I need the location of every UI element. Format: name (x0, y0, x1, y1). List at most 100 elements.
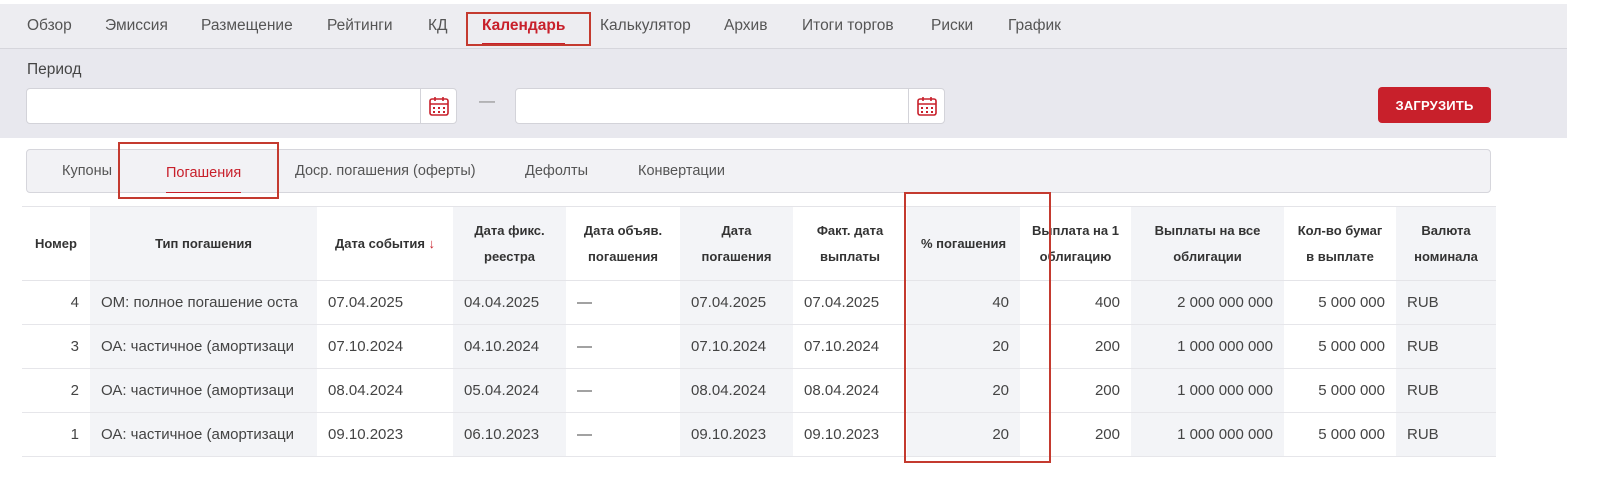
table-header-row: Номер Тип погашения Дата события ↓ Дата … (22, 206, 1496, 281)
redemptions-table: Номер Тип погашения Дата события ↓ Дата … (22, 206, 1496, 457)
col-header-line: Дата объяв. (583, 222, 663, 238)
cell-total: 1 000 000 000 (1131, 412, 1284, 457)
col-header-event-date-label: Дата события (334, 235, 425, 251)
cell-total: 2 000 000 000 (1131, 280, 1284, 325)
subtab-coupons[interactable]: Купоны (62, 150, 112, 192)
cell-per-bond: 400 (1020, 280, 1131, 325)
col-header-announce-date[interactable]: Дата объяв. погашения (566, 206, 680, 281)
col-header-type[interactable]: Тип погашения (90, 206, 317, 281)
subtabs-bar: Купоны Погашения Доср. погашения (оферты… (26, 149, 1491, 193)
period-from-input[interactable] (27, 89, 456, 123)
cell-actual-date: 07.10.2024 (793, 324, 907, 369)
col-header-total[interactable]: Выплаты на все облигации (1131, 206, 1284, 281)
sort-down-icon[interactable]: ↓ (429, 236, 436, 251)
tab-chart[interactable]: График (1008, 4, 1061, 48)
cell-redemption-date: 08.04.2024 (680, 368, 793, 413)
col-header-line: облигации (1173, 248, 1242, 264)
col-header-line: погашения (588, 248, 658, 264)
cell-qty: 5 000 000 (1284, 280, 1396, 325)
col-header-record-date[interactable]: Дата фикс. реестра (453, 206, 566, 281)
col-header-line: погашения (701, 248, 772, 264)
col-header-redemption-date[interactable]: Дата погашения (680, 206, 793, 281)
cell-redemption-date: 09.10.2023 (680, 412, 793, 457)
tab-calendar[interactable]: Календарь (482, 4, 566, 48)
col-header-line: реестра (484, 248, 535, 264)
table-row[interactable]: 1 ОА: частичное (амортизаци 09.10.2023 0… (22, 412, 1496, 457)
table-row[interactable]: 3 ОА: частичное (амортизаци 07.10.2024 0… (22, 324, 1496, 369)
cell-announce-date: — (566, 412, 680, 457)
col-header-line: Дата (721, 222, 752, 238)
col-header-event-date[interactable]: Дата события ↓ (317, 206, 453, 281)
cell-pct: 20 (907, 412, 1020, 457)
cell-pct: 40 (907, 280, 1020, 325)
tab-trading-results[interactable]: Итоги торгов (802, 4, 894, 48)
tab-emission[interactable]: Эмиссия (105, 4, 168, 48)
tab-calculator[interactable]: Калькулятор (600, 4, 691, 48)
col-header-currency[interactable]: Валюта номинала (1396, 206, 1496, 281)
cell-event-date: 08.04.2024 (317, 368, 453, 413)
cell-currency: RUB (1396, 324, 1496, 369)
cell-qty: 5 000 000 (1284, 324, 1396, 369)
tab-ratings[interactable]: Рейтинги (327, 4, 393, 48)
tab-placement[interactable]: Размещение (201, 4, 293, 48)
table-row[interactable]: 4 ОМ: полное погашение оста 07.04.2025 0… (22, 280, 1496, 325)
cell-announce-date: — (566, 368, 680, 413)
cell-per-bond: 200 (1020, 368, 1131, 413)
col-header-pct[interactable]: % погашения (907, 206, 1020, 281)
tab-overview[interactable]: Обзор (27, 4, 72, 48)
cell-announce-date: — (566, 324, 680, 369)
tab-archive[interactable]: Архив (724, 4, 767, 48)
period-to-input[interactable] (516, 89, 944, 123)
col-header-per-bond[interactable]: Выплата на 1 облигацию (1020, 206, 1131, 281)
tab-kd[interactable]: КД (428, 4, 448, 48)
col-header-qty[interactable]: Кол-во бумаг в выплате (1284, 206, 1396, 281)
cell-actual-date: 08.04.2024 (793, 368, 907, 413)
cell-record-date: 05.04.2024 (453, 368, 566, 413)
cell-pct: 20 (907, 368, 1020, 413)
col-header-line: облигацию (1039, 248, 1112, 264)
cell-record-date: 04.10.2024 (453, 324, 566, 369)
subtab-redemptions[interactable]: Погашения (166, 152, 242, 194)
col-header-line: Дата фикс. (474, 222, 545, 238)
cell-type: ОА: частичное (амортизаци (90, 324, 317, 369)
col-header-number[interactable]: Номер (22, 206, 90, 281)
cell-event-date: 07.10.2024 (317, 324, 453, 369)
col-header-line: Выплаты на все (1154, 222, 1261, 238)
table-row[interactable]: 2 ОА: частичное (амортизаци 08.04.2024 0… (22, 368, 1496, 413)
cell-number: 1 (22, 412, 90, 457)
calendar-icon[interactable] (420, 89, 456, 123)
col-header-line: выплаты (820, 248, 880, 264)
cell-actual-date: 09.10.2023 (793, 412, 907, 457)
col-header-line: номинала (1414, 248, 1478, 264)
period-panel: Период — ЗАГРУЗИТЬ (0, 49, 1567, 138)
load-button[interactable]: ЗАГРУЗИТЬ (1378, 87, 1491, 123)
cell-per-bond: 200 (1020, 324, 1131, 369)
cell-event-date: 09.10.2023 (317, 412, 453, 457)
col-header-line: Валюта (1421, 222, 1471, 238)
period-from-field[interactable] (26, 88, 457, 124)
cell-qty: 5 000 000 (1284, 412, 1396, 457)
cell-per-bond: 200 (1020, 412, 1131, 457)
tab-risks[interactable]: Риски (931, 4, 973, 48)
cell-type: ОА: частичное (амортизаци (90, 412, 317, 457)
period-to-field[interactable] (515, 88, 945, 124)
period-separator: — (479, 93, 495, 110)
col-header-line: Выплата на 1 (1032, 222, 1119, 238)
cell-total: 1 000 000 000 (1131, 324, 1284, 369)
cell-number: 4 (22, 280, 90, 325)
calendar-icon[interactable] (908, 89, 944, 123)
cell-redemption-date: 07.04.2025 (680, 280, 793, 325)
cell-currency: RUB (1396, 280, 1496, 325)
cell-type: ОА: частичное (амортизаци (90, 368, 317, 413)
col-header-actual-date[interactable]: Факт. дата выплаты (793, 206, 907, 281)
subtab-defaults[interactable]: Дефолты (525, 150, 588, 192)
subtab-conversions[interactable]: Конвертации (638, 150, 725, 192)
subtab-early-redemptions[interactable]: Доср. погашения (оферты) (295, 150, 476, 192)
col-header-line: в выплате (1306, 248, 1374, 264)
cell-currency: RUB (1396, 368, 1496, 413)
cell-pct: 20 (907, 324, 1020, 369)
cell-announce-date: — (566, 280, 680, 325)
cell-number: 2 (22, 368, 90, 413)
cell-redemption-date: 07.10.2024 (680, 324, 793, 369)
col-header-line: Факт. дата (816, 222, 884, 238)
